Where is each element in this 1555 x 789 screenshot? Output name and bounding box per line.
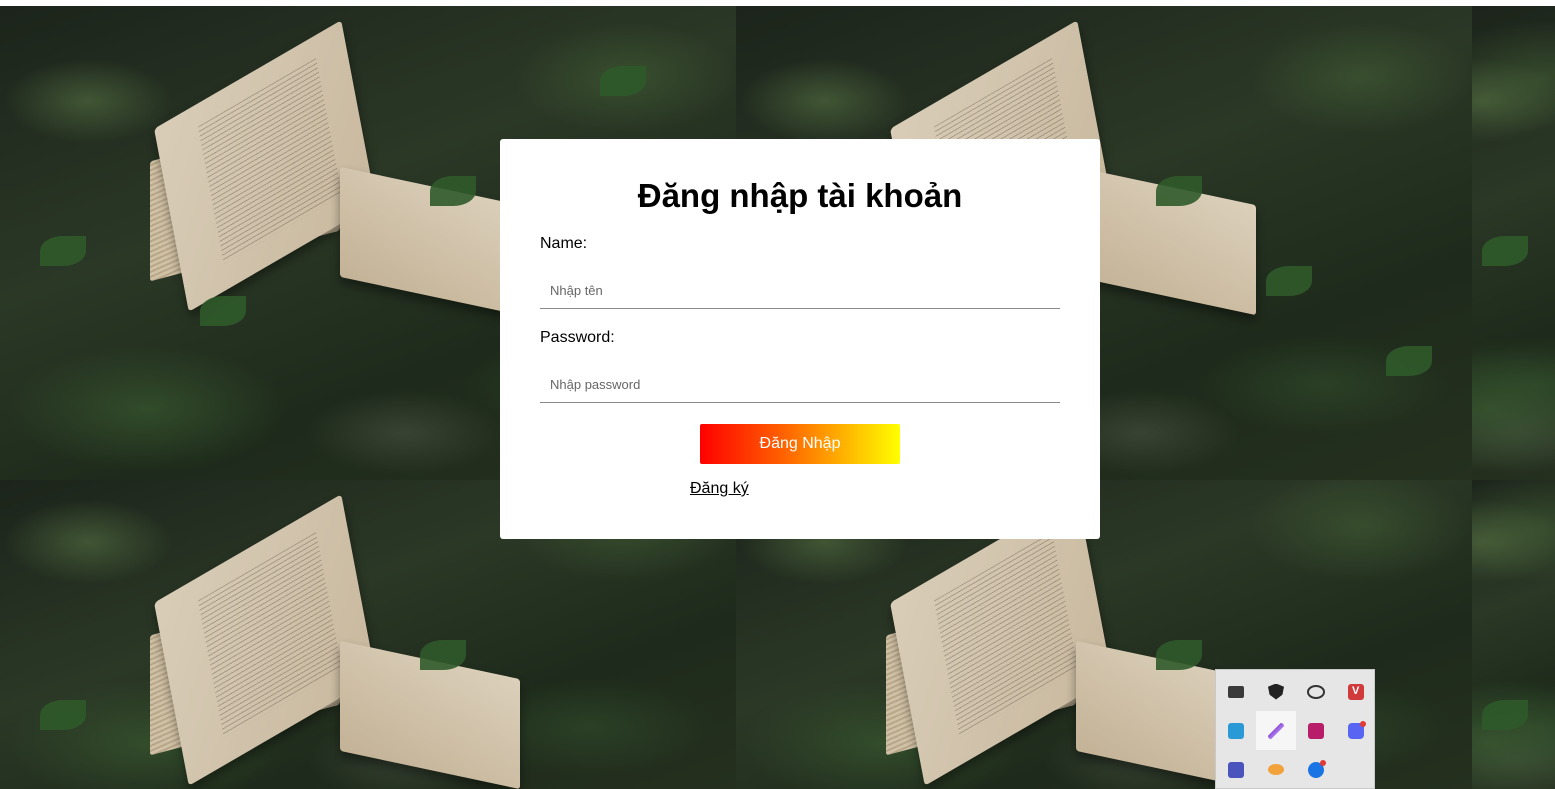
login-title: Đăng nhập tài khoản (637, 177, 963, 214)
login-button[interactable]: Đăng Nhập (700, 424, 900, 464)
vivaldi-icon[interactable] (1336, 672, 1376, 711)
pen-icon[interactable] (1256, 711, 1296, 750)
password-input[interactable] (540, 367, 1060, 403)
app-icon[interactable] (1296, 711, 1336, 750)
background-tile (1472, 6, 1555, 480)
password-label: Password: (540, 329, 615, 346)
name-label: Name: (540, 235, 588, 252)
background-tile (1472, 480, 1555, 789)
pill-icon[interactable] (1256, 750, 1296, 789)
cloud-offline-icon[interactable] (1296, 672, 1336, 711)
security-shield-icon[interactable] (1256, 672, 1296, 711)
discord-icon[interactable] (1336, 711, 1376, 750)
screenshot-tool-icon[interactable] (1216, 711, 1256, 750)
system-tray-overflow (1215, 669, 1375, 789)
zalo-icon[interactable] (1296, 750, 1336, 789)
login-card: Đăng nhập tài khoản Name: Password: Đăng… (500, 139, 1100, 539)
monitor-icon[interactable] (1216, 672, 1256, 711)
name-input[interactable] (540, 273, 1060, 309)
register-link[interactable]: Đăng ký (690, 480, 749, 498)
teams-icon[interactable] (1216, 750, 1256, 789)
